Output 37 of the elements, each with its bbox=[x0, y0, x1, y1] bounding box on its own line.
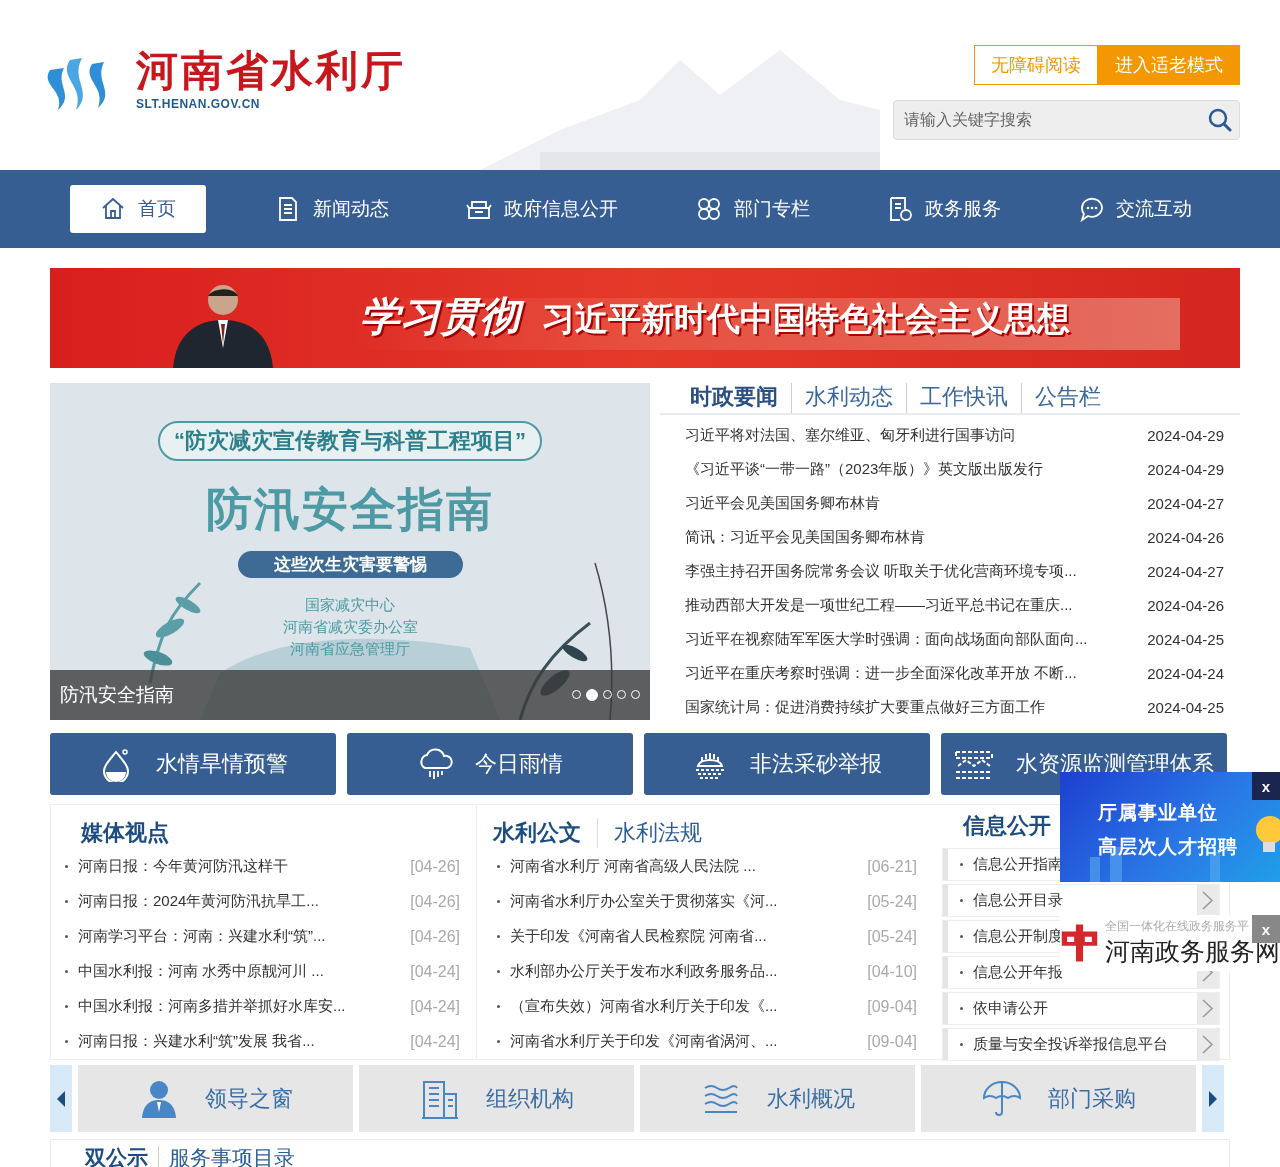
section-title: 信息公开 bbox=[961, 812, 1051, 840]
news-date: 2024-04-25 bbox=[1147, 630, 1224, 648]
ad-tagline: 全国一体化在线政务服务平 bbox=[1105, 918, 1249, 935]
news-date: 2024-04-29 bbox=[1147, 460, 1224, 478]
news-date: [09-04] bbox=[867, 997, 917, 1016]
section-title: 媒体视点 bbox=[80, 819, 169, 847]
poster-subtitle: “防灾减灾宣传教育与科普工程项目” bbox=[158, 421, 542, 461]
banner-calligraphy: 学习贯彻 bbox=[358, 288, 532, 348]
news-date: [04-24] bbox=[410, 997, 460, 1016]
site-title: 河南省水利厅 bbox=[136, 47, 406, 95]
news-date: 2024-04-26 bbox=[1147, 528, 1224, 546]
ad-text: 高层次人才招聘 bbox=[1098, 835, 1238, 859]
news-date: [06-21] bbox=[867, 857, 917, 876]
news-date: 2024-04-25 bbox=[1147, 698, 1224, 716]
news-date: [04-24] bbox=[410, 962, 460, 981]
poster-ribbon: 这些次生灾害要警惕 bbox=[237, 551, 463, 578]
news-date: [04-26] bbox=[410, 857, 460, 876]
news-date: 2024-04-27 bbox=[1147, 562, 1224, 580]
news-date: [09-04] bbox=[867, 1032, 917, 1051]
news-date: 2024-04-27 bbox=[1147, 494, 1224, 512]
site-domain: SLT.HENAN.GOV.CN bbox=[136, 97, 261, 111]
slide-caption: 防汛安全指南 bbox=[60, 683, 174, 707]
news-date: [05-24] bbox=[867, 892, 917, 911]
poster-issuer: 国家减灾中心 bbox=[305, 596, 395, 615]
news-date: 2024-04-24 bbox=[1147, 664, 1224, 682]
news-date: [04-10] bbox=[867, 962, 917, 981]
news-date: 2024-04-29 bbox=[1147, 426, 1224, 444]
news-date: [04-24] bbox=[410, 1032, 460, 1051]
news-date: [04-26] bbox=[410, 892, 460, 911]
news-date: [04-26] bbox=[410, 927, 460, 946]
poster-issuer: 河南省应急管理厅 bbox=[290, 640, 410, 659]
news-date: 2024-04-26 bbox=[1147, 596, 1224, 614]
banner-title: 习近平新时代中国特色社会主义思想 bbox=[542, 299, 1070, 339]
news-date: [05-24] bbox=[867, 927, 917, 946]
ad-text: 厅属事业单位 bbox=[1098, 801, 1219, 825]
poster-issuer: 河南省减灾委办公室 bbox=[282, 618, 418, 637]
poster-title: 防汛安全指南 bbox=[206, 482, 494, 537]
